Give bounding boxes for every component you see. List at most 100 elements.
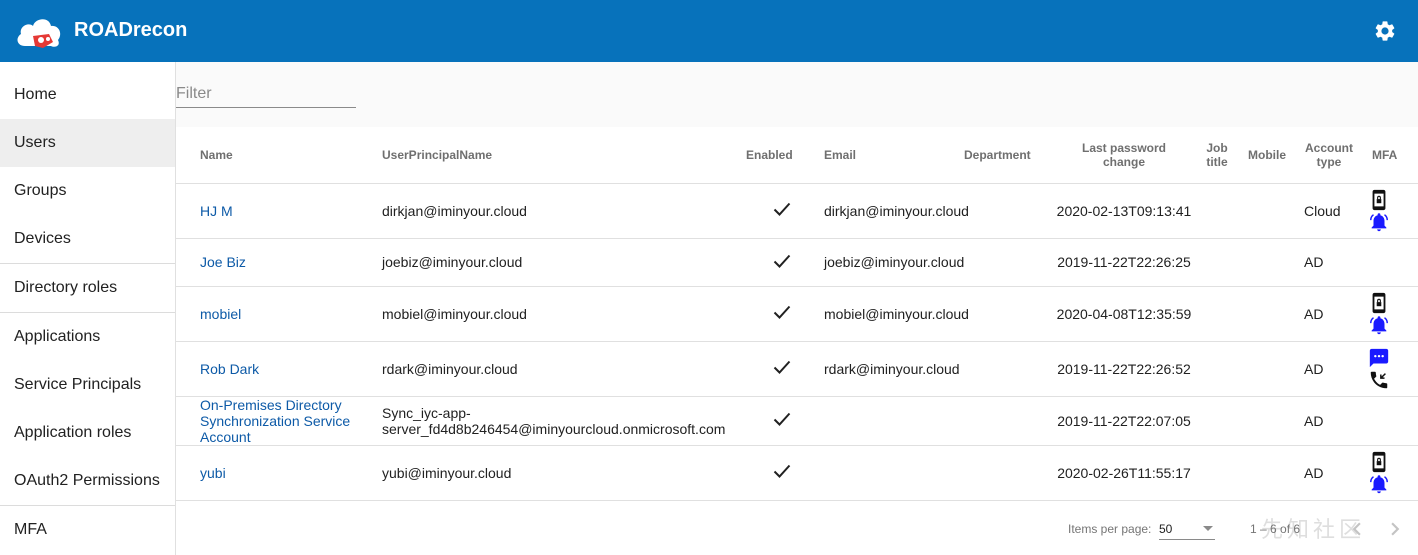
header-account-type[interactable]: Account type <box>1294 127 1364 184</box>
settings-gear-icon[interactable] <box>1373 19 1397 43</box>
user-name-link[interactable]: On-Premises Directory Synchronization Se… <box>200 397 350 445</box>
header-job-line1: Job <box>1206 140 1228 155</box>
cell-department <box>964 341 1054 397</box>
cell-upn: rdark@iminyour.cloud <box>382 341 746 397</box>
table-row[interactable]: HJ M dirkjan@iminyour.cloud dirkjan@iminyo… <box>176 183 1418 239</box>
header-name[interactable]: Name <box>200 127 382 184</box>
table-row[interactable]: Rob Dark rdark@iminyour.cloud rdark@iminyo… <box>176 341 1418 397</box>
cell-mobile <box>1240 286 1294 342</box>
row-spacer <box>176 396 200 446</box>
cell-email: mobiel@iminyour.cloud <box>818 286 969 342</box>
cell-email: dirkjan@iminyour.cloud <box>818 183 969 239</box>
header-last-password-line1: Last password <box>1081 140 1167 155</box>
users-table: Name UserPrincipalName Enabled Email Dep… <box>176 127 1418 501</box>
sidebar-item-application-roles[interactable]: Application roles <box>0 409 175 457</box>
cell-mfa <box>1364 238 1418 287</box>
user-name-link[interactable]: yubi <box>200 465 226 481</box>
users-table-card: Name UserPrincipalName Enabled Email Dep… <box>176 127 1418 555</box>
row-spacer <box>176 183 200 239</box>
cell-job-title <box>1194 445 1240 501</box>
cell-last-password-change: 2020-02-26T11:55:17 <box>1054 445 1194 501</box>
cell-account-type: Cloud <box>1294 183 1364 239</box>
sidebar-item-applications[interactable]: Applications <box>0 313 175 361</box>
phone-callback-icon <box>1368 369 1390 391</box>
sidebar-item-service-principals[interactable]: Service Principals <box>0 361 175 409</box>
cell-upn: dirkjan@iminyour.cloud <box>382 183 746 239</box>
user-name-link[interactable]: Rob Dark <box>200 361 259 377</box>
user-name-link[interactable]: Joe Biz <box>200 254 246 270</box>
cell-last-password-change: 2019-11-22T22:26:52 <box>1054 341 1194 397</box>
header-enabled[interactable]: Enabled <box>746 127 818 184</box>
items-per-page-value: 50 <box>1159 522 1173 536</box>
cell-last-password-change: 2019-11-22T22:07:05 <box>1054 396 1194 446</box>
chevron-down-icon <box>1203 526 1213 531</box>
sidebar-item-users[interactable]: Users <box>0 119 175 167</box>
paginator: 先知社区 Items per page: 50 1 – 6 of 6 <box>176 502 1418 555</box>
cell-mfa <box>1364 286 1418 342</box>
phone-lock-icon <box>1368 451 1390 473</box>
cell-mobile <box>1240 238 1294 287</box>
cell-last-password-change: 2020-04-08T12:35:59 <box>1054 286 1194 342</box>
cell-name: Rob Dark <box>200 341 382 397</box>
header-department[interactable]: Department <box>964 127 1054 184</box>
row-spacer <box>176 341 200 397</box>
cell-email: joebiz@iminyour.cloud <box>818 238 964 287</box>
items-per-page-label: Items per page: <box>1068 522 1152 536</box>
cell-department <box>964 445 1054 501</box>
cell-mobile <box>1240 396 1294 446</box>
user-name-link[interactable]: mobiel <box>200 306 241 322</box>
table-row[interactable]: Joe Biz joebiz@iminyour.cloud joebiz@iminy… <box>176 238 1418 287</box>
cell-account-type: AD <box>1294 341 1364 397</box>
bell-ring-icon <box>1368 211 1390 233</box>
app-header: ROADrecon <box>0 0 1418 62</box>
cell-job-title <box>1194 286 1240 342</box>
cell-job-title <box>1194 183 1240 239</box>
cell-upn: joebiz@iminyour.cloud <box>382 238 746 287</box>
cell-upn: mobiel@iminyour.cloud <box>382 286 746 342</box>
sidebar-item-devices[interactable]: Devices <box>0 215 175 263</box>
header-mobile[interactable]: Mobile <box>1240 127 1294 184</box>
items-per-page-select[interactable]: 50 <box>1159 520 1215 540</box>
sidebar-item-mfa[interactable]: MFA <box>0 506 175 554</box>
header-upn[interactable]: UserPrincipalName <box>382 127 746 184</box>
cell-mfa <box>1364 341 1418 397</box>
cell-email <box>818 396 964 446</box>
bell-ring-icon <box>1368 473 1390 495</box>
previous-page-icon[interactable] <box>1344 516 1370 542</box>
header-mfa[interactable]: MFA <box>1364 127 1418 184</box>
table-row[interactable]: yubi yubi@iminyour.cloud 2020-02-26T11:55:… <box>176 445 1418 501</box>
phone-lock-icon <box>1368 292 1390 314</box>
cell-account-type: AD <box>1294 286 1364 342</box>
row-spacer <box>176 286 200 342</box>
sidebar-item-home[interactable]: Home <box>0 71 175 119</box>
roadrecon-logo-icon <box>17 19 61 48</box>
app-title: ROADrecon <box>74 19 188 41</box>
cell-email <box>818 445 964 501</box>
cell-job-title <box>1194 238 1240 287</box>
check-icon <box>773 305 791 319</box>
cell-upn: Sync_iyc-app-server_fd4d8b246454@iminyou… <box>382 396 746 446</box>
table-row[interactable]: mobiel mobiel@iminyour.cloud mobiel@iminyo… <box>176 286 1418 342</box>
cell-department <box>964 183 1054 239</box>
sidebar-item-directory-roles[interactable]: Directory roles <box>0 264 175 312</box>
sidebar-item-oauth2-permissions[interactable]: OAuth2 Permissions <box>0 457 175 505</box>
cell-name: mobiel <box>200 286 382 342</box>
header-job-title[interactable]: Job title <box>1194 127 1240 184</box>
filter-input[interactable] <box>176 82 356 106</box>
header-last-password-line2: change <box>1102 154 1145 169</box>
sidebar-item-groups[interactable]: Groups <box>0 167 175 215</box>
header-email[interactable]: Email <box>818 127 964 184</box>
table-row[interactable]: On-Premises Directory Synchronization Se… <box>176 396 1418 446</box>
cell-mobile <box>1240 445 1294 501</box>
cell-department <box>964 238 1054 287</box>
user-name-link[interactable]: HJ M <box>200 203 233 219</box>
next-page-icon[interactable] <box>1382 516 1408 542</box>
filter-field <box>176 82 356 108</box>
check-icon <box>773 202 791 216</box>
cell-enabled <box>746 238 818 287</box>
header-account-line2: type <box>1316 154 1342 169</box>
header-last-password-change[interactable]: Last password change <box>1054 127 1194 184</box>
cell-name: HJ M <box>200 183 382 239</box>
cell-mfa <box>1364 183 1418 239</box>
cell-job-title <box>1194 341 1240 397</box>
